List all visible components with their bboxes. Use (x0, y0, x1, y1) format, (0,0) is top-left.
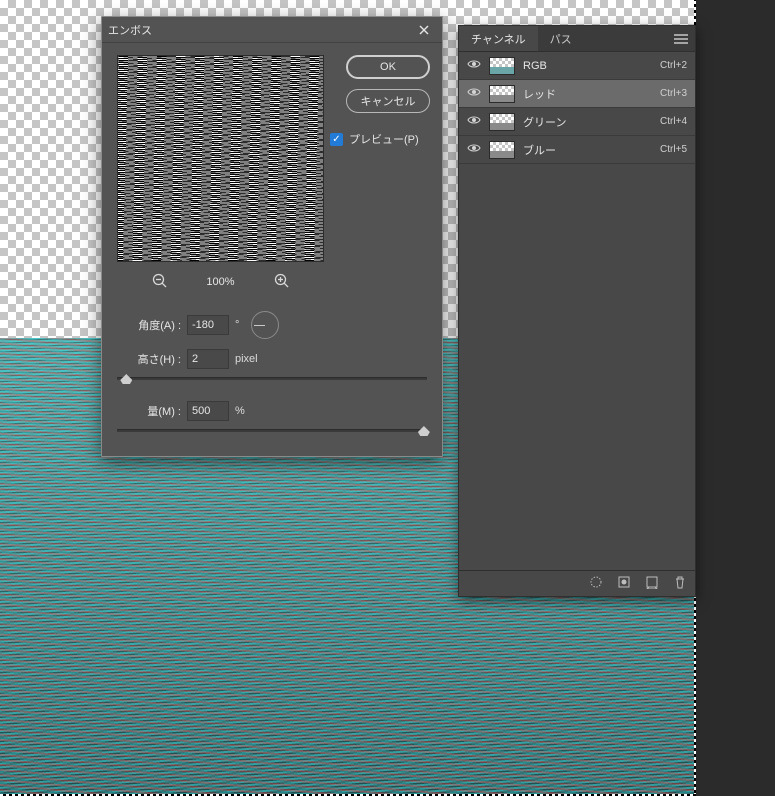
angle-dial[interactable] (251, 311, 279, 339)
load-selection-icon[interactable] (589, 575, 603, 592)
hamburger-icon (674, 34, 688, 44)
height-slider[interactable] (117, 377, 427, 380)
height-unit: pixel (235, 353, 258, 365)
visibility-icon[interactable] (467, 143, 481, 156)
tab-paths[interactable]: パス (538, 26, 584, 51)
tab-channels-label: チャンネル (471, 31, 526, 47)
close-button[interactable] (412, 20, 436, 40)
channel-name: レッド (523, 86, 652, 102)
dialog-title: エンボス (108, 22, 152, 38)
cancel-label: キャンセル (361, 93, 416, 109)
visibility-icon[interactable] (467, 87, 481, 100)
amount-label: 量(M) : (137, 403, 181, 419)
cancel-button[interactable]: キャンセル (346, 89, 430, 113)
tab-paths-label: パス (550, 31, 572, 47)
height-label: 高さ(H) : (117, 351, 181, 367)
channel-thumb (489, 113, 515, 131)
angle-label: 角度(A) : (117, 317, 181, 333)
ok-button[interactable]: OK (346, 55, 430, 79)
channel-shortcut: Ctrl+2 (660, 60, 687, 71)
channel-blue[interactable]: ブルー Ctrl+5 (459, 136, 695, 164)
delete-channel-icon[interactable] (673, 575, 687, 592)
amount-unit: % (235, 405, 245, 417)
channel-name: グリーン (523, 114, 652, 130)
channel-list: RGB Ctrl+2 レッド Ctrl+3 グリーン Ctrl+4 ブルー (459, 52, 695, 570)
channel-red[interactable]: レッド Ctrl+3 (459, 80, 695, 108)
preview-label: プレビュー(P) (349, 131, 419, 147)
angle-input[interactable] (187, 315, 229, 335)
channel-name: RGB (523, 60, 652, 72)
channel-thumb (489, 57, 515, 75)
channel-rgb[interactable]: RGB Ctrl+2 (459, 52, 695, 80)
panel-footer (459, 570, 695, 596)
channel-name: ブルー (523, 142, 652, 158)
channel-thumb (489, 85, 515, 103)
angle-unit: ° (235, 319, 239, 331)
close-icon (419, 25, 429, 35)
channel-green[interactable]: グリーン Ctrl+4 (459, 108, 695, 136)
visibility-icon[interactable] (467, 59, 481, 72)
preview-checkbox-row[interactable]: ✓ プレビュー(P) (330, 131, 430, 147)
preview-checkbox[interactable]: ✓ (330, 133, 343, 146)
channels-panel: チャンネル パス RGB Ctrl+2 レッド Ctrl+3 (458, 25, 696, 597)
panel-menu-button[interactable] (667, 26, 695, 51)
zoom-in-icon[interactable] (274, 273, 290, 292)
tab-channels[interactable]: チャンネル (459, 26, 538, 51)
new-channel-icon[interactable] (645, 575, 659, 592)
zoom-percent: 100% (196, 276, 246, 288)
channel-shortcut: Ctrl+5 (660, 144, 687, 155)
amount-input[interactable] (187, 401, 229, 421)
preview-image (117, 55, 324, 262)
app-gutter (696, 0, 775, 796)
height-input[interactable] (187, 349, 229, 369)
channel-shortcut: Ctrl+4 (660, 116, 687, 127)
channel-shortcut: Ctrl+3 (660, 88, 687, 99)
save-selection-icon[interactable] (617, 575, 631, 592)
dialog-titlebar[interactable]: エンボス (102, 17, 442, 43)
amount-slider[interactable] (117, 429, 427, 432)
emboss-dialog: エンボス 100% OK キャンセル ✓ プレビュー(P) 角度(A) : (101, 16, 443, 457)
channel-thumb (489, 141, 515, 159)
ok-label: OK (380, 61, 396, 73)
zoom-out-icon[interactable] (152, 273, 168, 292)
visibility-icon[interactable] (467, 115, 481, 128)
